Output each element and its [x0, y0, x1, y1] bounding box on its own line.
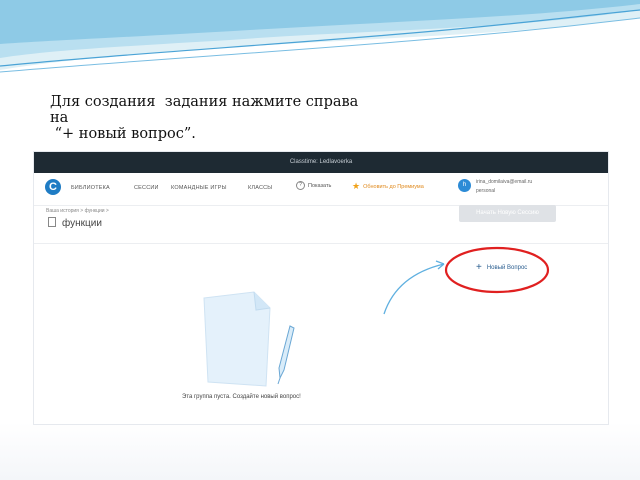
- window-title: Classtime: Ledlavoerka: [34, 152, 608, 173]
- upgrade-premium-link[interactable]: ★ Обновить до Премиума: [352, 181, 424, 192]
- app-screenshot: Classtime: Ledlavoerka C БИБЛИОТЕКА СЕСС…: [34, 152, 608, 424]
- tour-link[interactable]: ? Показать: [296, 181, 331, 190]
- page-title: функции: [48, 217, 102, 229]
- avatar[interactable]: h: [458, 179, 471, 192]
- tour-label: Показать: [308, 182, 332, 189]
- start-new-session-button[interactable]: Начать Новую Сессию: [459, 205, 556, 222]
- divider: [34, 243, 608, 244]
- plus-icon: +: [476, 262, 482, 273]
- top-navbar: C БИБЛИОТЕКА СЕССИИ КОМАНДНЫЕ ИГРЫ КЛАСС…: [34, 173, 608, 206]
- empty-state-text: Эта группа пуста. Создайте новый вопрос!: [182, 394, 301, 400]
- nav-library[interactable]: БИБЛИОТЕКА: [71, 185, 110, 191]
- breadcrumb[interactable]: Ваша история > функции >: [46, 208, 109, 214]
- premium-label: Обновить до Премиума: [363, 183, 424, 190]
- new-question-button[interactable]: + Новый Вопрос: [476, 262, 527, 273]
- instruction-caption: Для создания задания нажмите справа на “…: [50, 94, 420, 142]
- new-question-label: Новый Вопрос: [486, 265, 528, 271]
- nav-sessions[interactable]: СЕССИИ: [134, 185, 159, 191]
- header-wave-decoration: [0, 0, 640, 73]
- question-circle-icon: ?: [296, 181, 305, 190]
- star-icon: ★: [352, 181, 361, 191]
- account-info[interactable]: irina_domilaiva@email.ru personal: [476, 178, 532, 196]
- caption-line-1: Для создания задания нажмите справа: [50, 94, 359, 110]
- nav-team-games[interactable]: КОМАНДНЫЕ ИГРЫ: [171, 185, 227, 191]
- document-icon: [48, 217, 56, 227]
- page-title-text: функции: [62, 218, 102, 229]
- paper-pen-icon: [203, 291, 295, 387]
- caption-line-3: “+ новый вопрос”.: [50, 126, 196, 142]
- classtime-logo-icon[interactable]: C: [45, 179, 61, 195]
- nav-classes[interactable]: КЛАССЫ: [248, 185, 272, 191]
- presentation-slide: Для создания задания нажмите справа на “…: [0, 0, 640, 480]
- caption-line-2: на: [50, 110, 69, 126]
- account-email: irina_domilaiva@email.ru: [476, 179, 533, 185]
- account-role: personal: [476, 188, 496, 194]
